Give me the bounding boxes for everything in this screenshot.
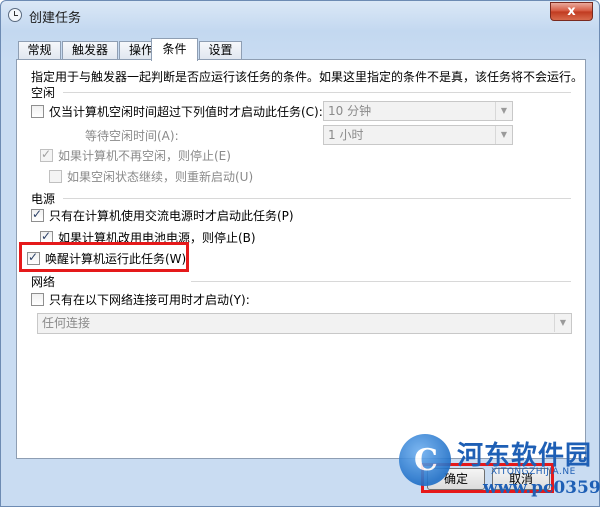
tab-general[interactable]: 常规 bbox=[18, 41, 61, 60]
power-divider bbox=[63, 198, 571, 199]
restart-if-idle-label: 如果空闲状态继续，则重新启动(U) bbox=[67, 170, 254, 184]
network-divider bbox=[191, 281, 571, 282]
restart-if-idle-checkbox[interactable] bbox=[49, 170, 62, 183]
network-checkbox[interactable] bbox=[31, 293, 44, 306]
watermark-logo-icon: C bbox=[399, 434, 451, 486]
start-only-idle-label: 仅当计算机空闲时间超过下列值时才启动此任务(C): bbox=[49, 105, 323, 119]
clock-icon bbox=[8, 8, 22, 22]
title-bar[interactable]: 创建任务 x bbox=[1, 1, 599, 31]
close-button[interactable]: x bbox=[550, 2, 593, 21]
chevron-down-icon: ▼ bbox=[554, 314, 571, 332]
dialog-window: 创建任务 x 常规 触发器 操作 条件 设置 指定用于与触发器一起判断是否应运行… bbox=[0, 0, 600, 507]
chevron-down-icon: ▼ bbox=[495, 102, 512, 120]
tab-settings[interactable]: 设置 bbox=[199, 41, 242, 60]
stop-if-not-idle-checkbox[interactable] bbox=[40, 147, 53, 162]
power-section-title: 电源 bbox=[31, 192, 56, 206]
ac-power-checkbox[interactable] bbox=[31, 207, 44, 222]
tab-triggers[interactable]: 触发器 bbox=[62, 41, 118, 60]
network-section-title: 网络 bbox=[31, 275, 56, 289]
ac-power-label: 只有在计算机使用交流电源时才启动此任务(P) bbox=[49, 209, 294, 223]
wait-idle-select[interactable]: 1 小时 ▼ bbox=[323, 125, 513, 145]
wait-idle-value: 1 小时 bbox=[328, 128, 364, 142]
network-connection-value: 任何连接 bbox=[42, 316, 91, 330]
stop-if-not-idle-label: 如果计算机不再空闲，则停止(E) bbox=[58, 149, 231, 163]
network-label: 只有在以下网络连接可用时才启动(Y): bbox=[49, 293, 250, 307]
watermark-sub: XITONGZHIJIA.NE bbox=[491, 467, 576, 477]
window-title: 创建任务 bbox=[29, 11, 82, 26]
wait-idle-label: 等待空闲时间(A): bbox=[85, 129, 179, 143]
watermark-url: www.pc0359.cn bbox=[483, 478, 600, 498]
idle-duration-value: 10 分钟 bbox=[328, 104, 372, 118]
panel-description: 指定用于与触发器一起判断是否应运行该任务的条件。如果这里指定的条件不是真，该任务… bbox=[31, 70, 584, 84]
idle-duration-select[interactable]: 10 分钟 ▼ bbox=[323, 101, 513, 121]
chevron-down-icon: ▼ bbox=[495, 126, 512, 144]
start-only-idle-checkbox[interactable] bbox=[31, 105, 44, 118]
network-connection-select[interactable]: 任何连接 ▼ bbox=[37, 313, 572, 334]
highlight-frame bbox=[19, 242, 189, 272]
tab-conditions[interactable]: 条件 bbox=[151, 38, 198, 61]
idle-divider bbox=[63, 92, 571, 93]
idle-section-title: 空闲 bbox=[31, 86, 56, 100]
